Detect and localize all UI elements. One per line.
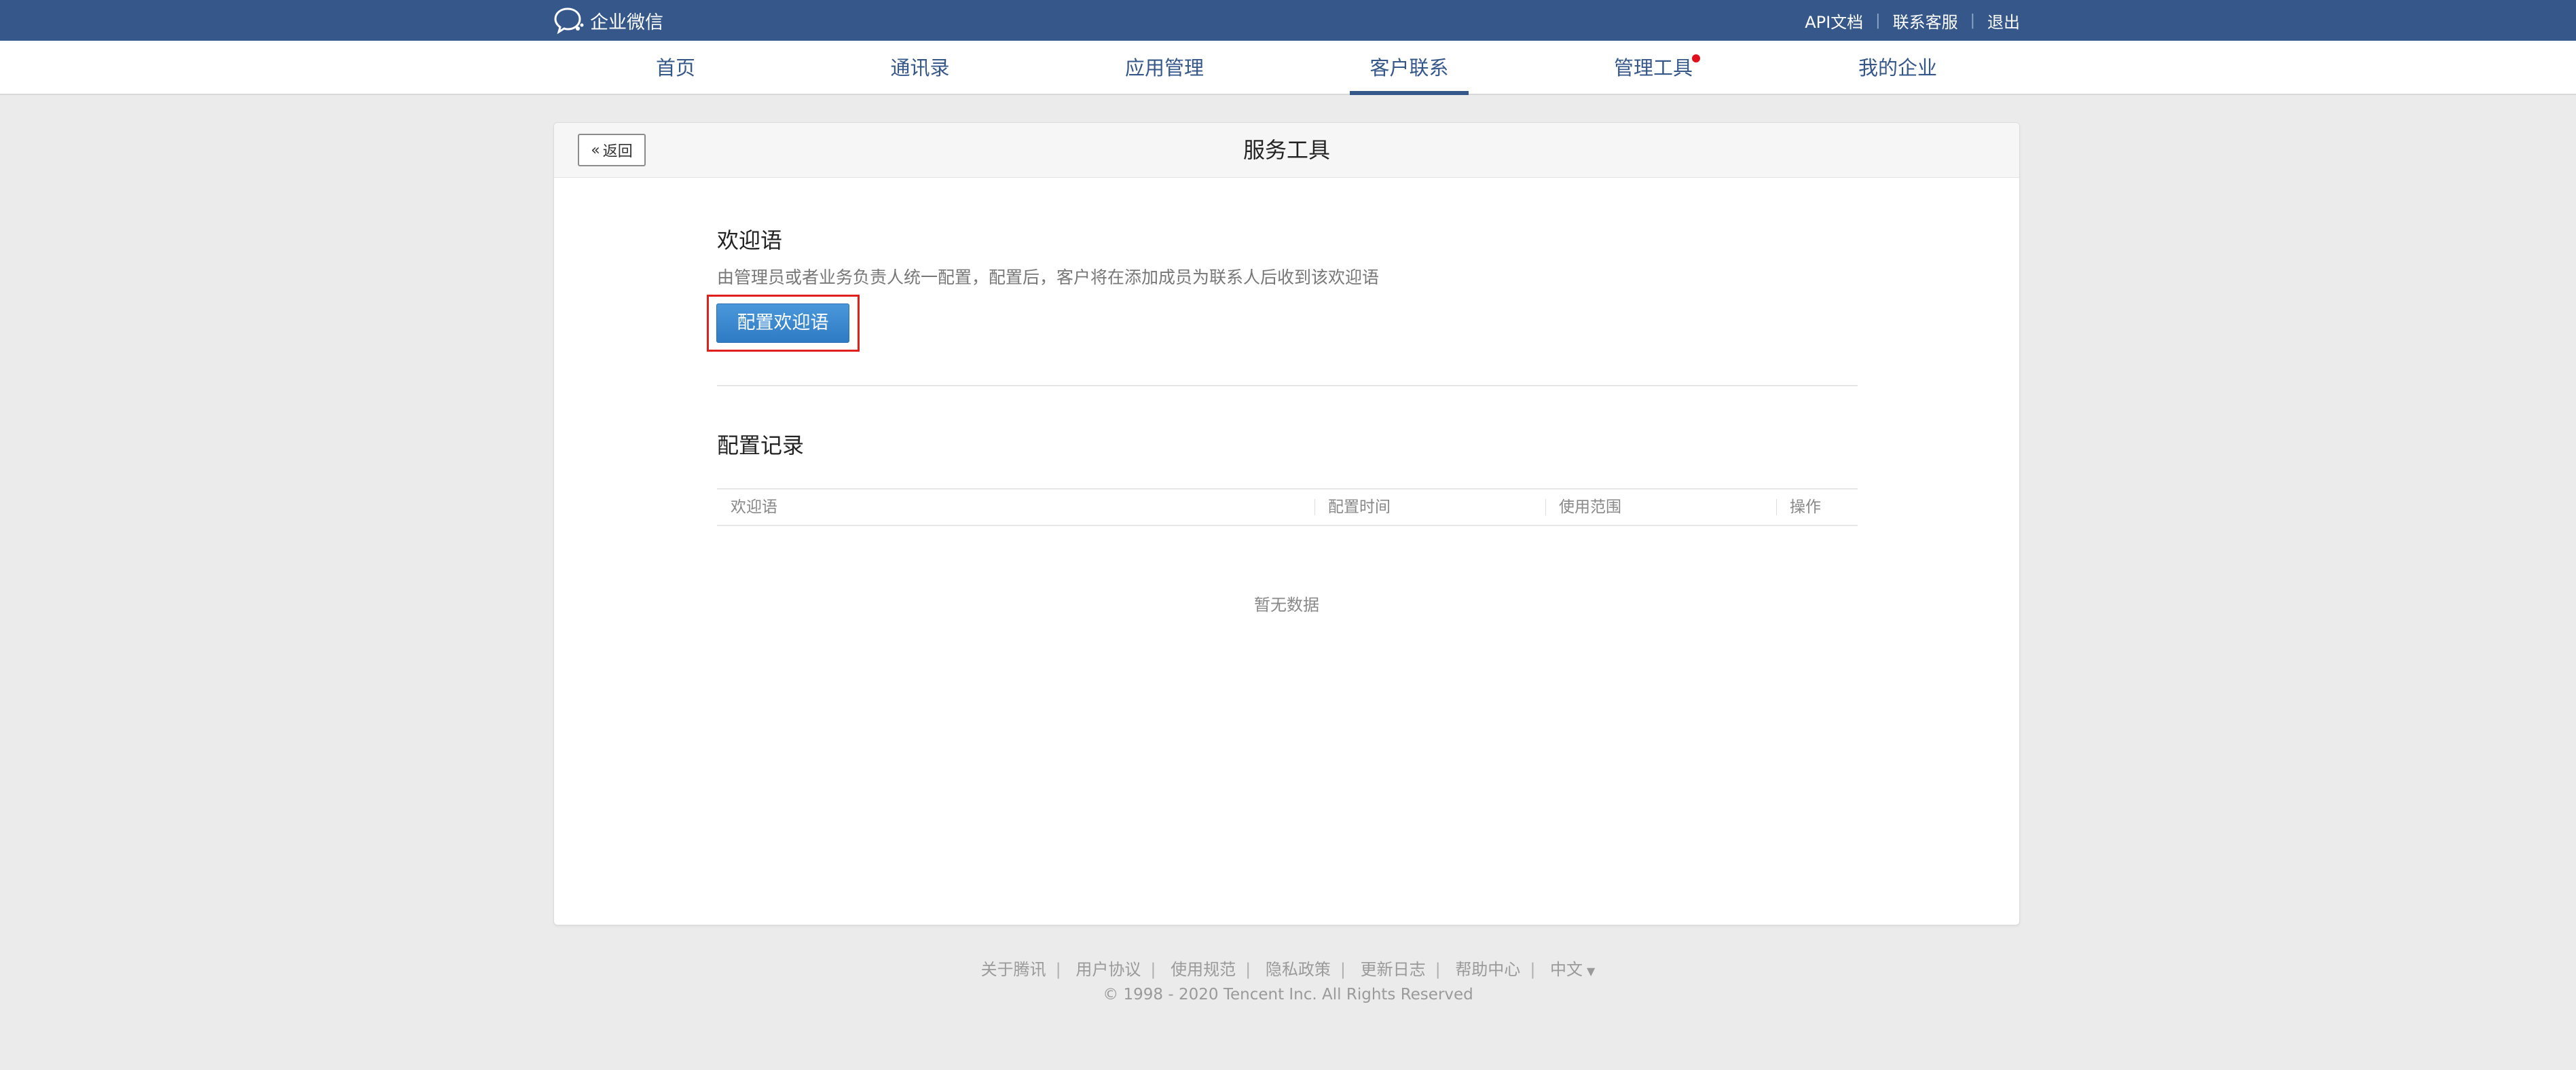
service-tools-card: « 返回 服务工具 欢迎语 由管理员或者业务负责人统一配置，配置后，客户将在添加… [553,122,2020,925]
footer-link-changelog[interactable]: 更新日志 [1361,960,1426,979]
page-title: 服务工具 [1243,137,1330,163]
footer-link-help-center[interactable]: 帮助中心 [1455,960,1520,979]
configure-welcome-button[interactable]: 配置欢迎语 [716,303,849,343]
footer-separator: | [1150,960,1156,979]
footer-link-user-agreement[interactable]: 用户协议 [1075,960,1141,979]
welcome-section-title: 欢迎语 [717,227,783,253]
customer-service-link[interactable]: 联系客服 [1893,9,1958,33]
column-separator [1776,499,1777,515]
footer-link-usage-rules[interactable]: 使用规范 [1171,960,1236,979]
caret-down-icon: ▼ [1587,965,1596,978]
footer-link-privacy[interactable]: 隐私政策 [1266,960,1331,979]
nav-item-management-tools[interactable]: 管理工具 [1606,41,1701,95]
footer-separator: | [1435,960,1441,979]
column-scope: 使用范围 [1559,498,1621,516]
copyright: © 1998 - 2020 Tencent Inc. All Rights Re… [1103,986,1473,1003]
nav-item-home[interactable]: 首页 [635,41,716,95]
records-section-title: 配置记录 [717,432,805,458]
language-selector[interactable]: 中文 ▼ [1550,960,1595,979]
card-header: « 返回 服务工具 [554,123,2019,178]
column-welcome: 欢迎语 [731,498,777,516]
top-links: API文档 | 联系客服 | 退出 [1805,9,2020,33]
footer-separator: | [1530,960,1536,979]
main-nav: 首页 通讯录 应用管理 客户联系 管理工具 我的企业 [0,41,2576,95]
top-link-separator: | [1970,12,1975,29]
language-label: 中文 [1550,960,1583,979]
nav-item-customer-contact[interactable]: 客户联系 [1350,41,1469,95]
api-docs-link[interactable]: API文档 [1805,9,1863,33]
footer-separator: | [1055,960,1061,979]
nav-item-my-enterprise[interactable]: 我的企业 [1847,41,1949,95]
nav-item-contacts[interactable]: 通讯录 [876,41,964,95]
top-link-separator: | [1875,12,1881,29]
brand-logo[interactable]: 企业微信 [553,7,663,34]
top-bar: 企业微信 API文档 | 联系客服 | 退出 [0,0,2576,41]
footer-separator: | [1340,960,1346,979]
section-divider [717,385,1858,386]
column-separator [1314,499,1315,515]
column-config-time: 配置时间 [1328,498,1391,516]
column-separator [1545,499,1546,515]
empty-state-text: 暂无数据 [1254,595,1319,614]
notification-dot [1692,54,1700,62]
records-table-header: 欢迎语 配置时间 使用范围 操作 [717,488,1858,526]
nav-item-app-management[interactable]: 应用管理 [1117,41,1212,95]
wecom-chat-icon [553,7,585,34]
top-bar-inner: 企业微信 API文档 | 联系客服 | 退出 [553,0,2020,41]
brand-name: 企业微信 [590,12,663,33]
footer-links: 关于腾讯 | 用户协议 | 使用规范 | 隐私政策 | 更新日志 | 帮助中心 | 中文 ▼ [0,956,2576,980]
column-actions: 操作 [1790,498,1821,516]
footer-separator: | [1245,960,1251,979]
welcome-description: 由管理员或者业务负责人统一配置，配置后，客户将在添加成员为联系人后收到该欢迎语 [717,268,1380,287]
logout-link[interactable]: 退出 [1987,9,2020,33]
footer-link-about[interactable]: 关于腾讯 [981,960,1046,979]
